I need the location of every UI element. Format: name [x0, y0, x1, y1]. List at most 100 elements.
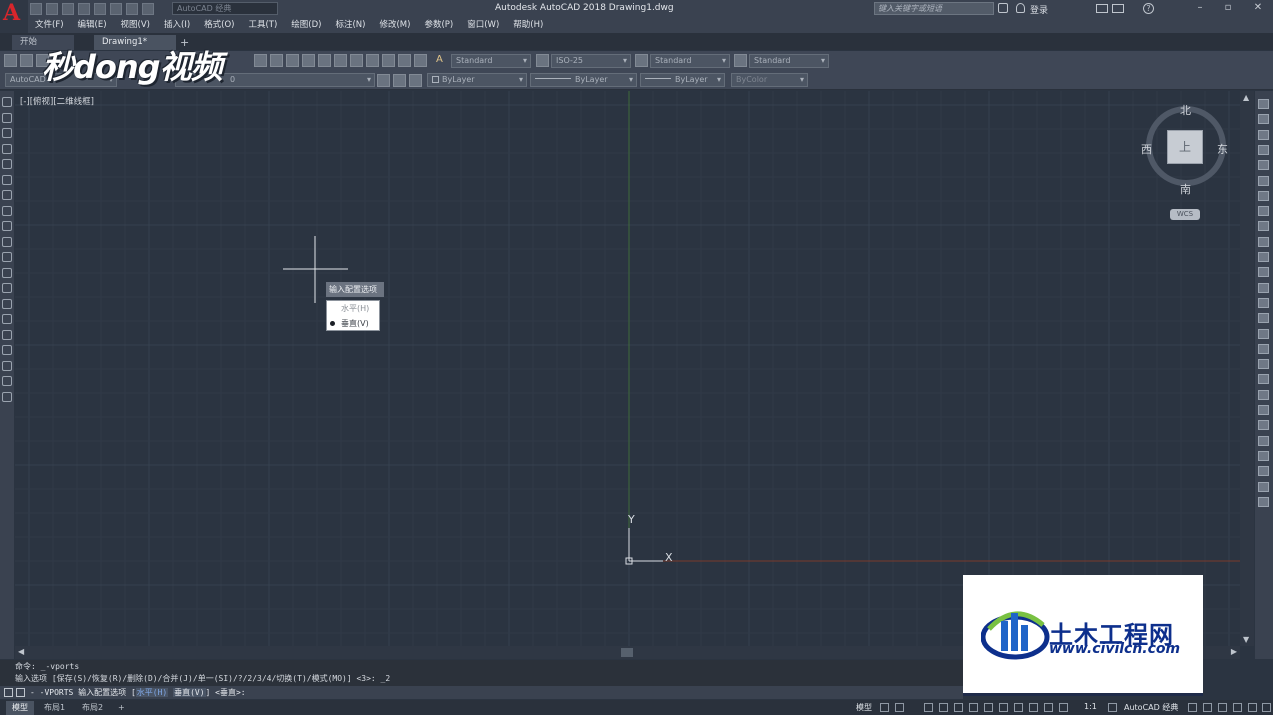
option-vertical[interactable]: 垂直(V) [327, 317, 379, 331]
zoom-realtime-icon[interactable] [270, 54, 283, 67]
markup-icon[interactable] [382, 54, 395, 67]
layout-tab-model[interactable]: 模型 [6, 701, 34, 715]
make-current-layer-icon[interactable] [377, 74, 390, 87]
baseline-icon[interactable] [1258, 481, 1269, 492]
new-file-icon[interactable] [30, 2, 42, 15]
array-icon[interactable] [1258, 160, 1269, 171]
quick-dim-icon[interactable] [1258, 466, 1269, 477]
plot-icon[interactable] [94, 2, 106, 15]
make-block-icon[interactable] [2, 283, 12, 293]
tool-palettes-icon[interactable] [350, 54, 363, 67]
polar-tracking-icon[interactable] [939, 703, 948, 712]
workspace-select[interactable]: AutoCAD 经典 [172, 2, 278, 15]
multiline-text-icon[interactable] [2, 376, 12, 386]
copy-icon[interactable] [1258, 114, 1269, 125]
menu-item-1[interactable]: 编辑(E) [71, 17, 114, 33]
viewcube-east[interactable]: 东 [1217, 141, 1228, 157]
close-button[interactable]: ✕ [1248, 1, 1268, 15]
undo-icon[interactable] [110, 2, 122, 15]
scroll-down-icon[interactable]: ▼ [1243, 635, 1249, 644]
insert-block-icon[interactable] [2, 267, 12, 278]
offset-icon[interactable] [1258, 144, 1269, 155]
object-snap-icon[interactable] [984, 703, 993, 712]
ellipse-icon[interactable] [2, 236, 12, 247]
login-link[interactable]: 登录 [1030, 3, 1048, 16]
option-horizontal[interactable]: 水平(H) [327, 302, 379, 316]
erase-icon[interactable] [1258, 99, 1269, 109]
command-line-input[interactable]: - -VPORTS 输入配置选项 [水平(H) 垂直(V)] <垂直>: [0, 686, 963, 699]
ellipse-arc-icon[interactable] [2, 252, 12, 262]
save-icon[interactable] [62, 2, 74, 15]
circle-icon[interactable] [2, 190, 12, 200]
command-option-vertical[interactable]: 垂直(V) [173, 688, 206, 697]
horizontal-scroll-thumb[interactable] [621, 648, 633, 657]
drawing-canvas[interactable]: Y X [15, 91, 1240, 646]
viewport-controls[interactable]: [-][俯视][二维线框] [20, 95, 94, 107]
polyline-icon[interactable] [2, 128, 12, 138]
menu-item-2[interactable]: 视图(V) [114, 17, 157, 33]
isodraft-icon[interactable] [954, 703, 963, 712]
minimize-button[interactable]: – [1190, 1, 1210, 15]
viewcube-north[interactable]: 北 [1180, 102, 1191, 118]
construction-line-icon[interactable] [2, 112, 12, 123]
region-icon[interactable] [2, 345, 12, 355]
dim-aligned-icon[interactable] [1258, 389, 1269, 400]
extend-icon[interactable] [1258, 252, 1269, 262]
lineweight-display-icon[interactable] [999, 703, 1008, 712]
ortho-icon[interactable] [924, 703, 933, 712]
grid-display-icon[interactable] [880, 703, 889, 712]
move-icon[interactable] [1258, 175, 1269, 186]
zoom-previous-icon[interactable] [302, 54, 315, 67]
rotate-icon[interactable] [1258, 190, 1269, 201]
sheet-set-icon[interactable] [366, 54, 379, 67]
isolate-objects-icon[interactable] [1248, 703, 1257, 712]
blend-icon[interactable] [1258, 343, 1269, 354]
workspace-gear-icon[interactable] [142, 2, 154, 15]
add-selected-icon[interactable] [2, 391, 12, 402]
application-menu-button[interactable]: A [0, 0, 28, 33]
units-icon[interactable] [1203, 703, 1212, 712]
scroll-right-icon[interactable]: ▶ [1231, 647, 1237, 656]
maximize-button[interactable]: ▫ [1218, 1, 1238, 15]
break-at-point-icon[interactable] [1258, 267, 1269, 278]
save-as-icon[interactable] [78, 2, 90, 15]
menu-item-9[interactable]: 参数(P) [417, 17, 460, 33]
layer-states-icon[interactable] [409, 74, 422, 87]
trim-icon[interactable] [1258, 236, 1269, 247]
fillet-icon[interactable] [1258, 328, 1269, 339]
viewcube-south[interactable]: 南 [1180, 181, 1191, 197]
table-style-select[interactable]: Standard [650, 54, 730, 68]
rectangle-icon[interactable] [2, 159, 12, 169]
hatch-icon[interactable] [2, 314, 12, 324]
menu-item-0[interactable]: 文件(F) [28, 17, 71, 33]
polygon-icon[interactable] [2, 143, 12, 154]
help-icon[interactable]: ? [1143, 3, 1154, 14]
menu-item-3[interactable]: 插入(I) [157, 17, 197, 33]
menu-item-4[interactable]: 格式(O) [197, 17, 241, 33]
status-workspace-switch[interactable]: AutoCAD 经典 [1124, 702, 1178, 713]
menu-item-11[interactable]: 帮助(H) [506, 17, 550, 33]
chamfer-icon[interactable] [1258, 313, 1269, 324]
cart-icon[interactable] [1096, 4, 1108, 13]
layout-tab-layout2[interactable]: 布局2 [76, 701, 109, 715]
calculator-icon[interactable] [398, 54, 411, 67]
help-toolbar-icon[interactable] [414, 54, 427, 67]
continue-icon[interactable] [1258, 496, 1269, 507]
new-icon[interactable] [4, 54, 17, 67]
dim-style-select[interactable]: ISO-25 [551, 54, 631, 68]
vertical-scrollbar[interactable]: ▲ ▼ [1240, 91, 1254, 646]
wcs-menu-button[interactable]: WCS [1170, 209, 1200, 220]
binoculars-icon[interactable] [998, 3, 1008, 13]
dim-arc-icon[interactable] [1258, 405, 1269, 415]
text-style-select[interactable]: Standard [451, 54, 531, 68]
lineweight-select[interactable]: ByLayer [640, 73, 725, 87]
break-icon[interactable] [1258, 282, 1269, 293]
spline-icon[interactable] [2, 221, 12, 231]
open-file-icon[interactable] [46, 2, 58, 15]
scroll-left-icon[interactable]: ◀ [18, 647, 24, 656]
status-model-space[interactable]: 模型 [856, 702, 872, 713]
wrench-icon[interactable] [4, 688, 13, 697]
transparency-icon[interactable] [1014, 703, 1023, 712]
a360-icon[interactable] [1112, 4, 1124, 13]
layer-previous-icon[interactable] [393, 74, 406, 87]
